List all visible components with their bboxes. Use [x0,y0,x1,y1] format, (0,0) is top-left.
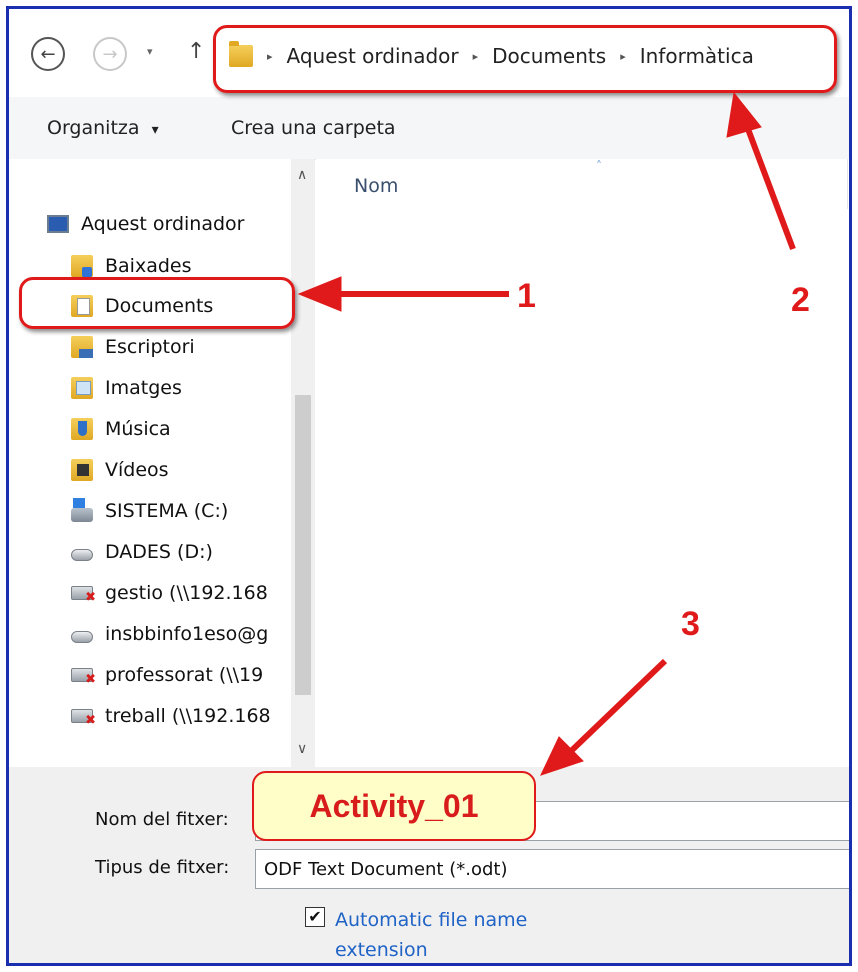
annotation-arrow-2 [726,91,796,251]
annotation-arrow-3 [540,658,668,776]
annotation-arrows [297,91,796,776]
save-dialog: ← → ▾ ↑ ▸ Aquest ordinador ▸ Documents ▸… [6,6,852,966]
annotation-arrow-1 [297,276,509,312]
